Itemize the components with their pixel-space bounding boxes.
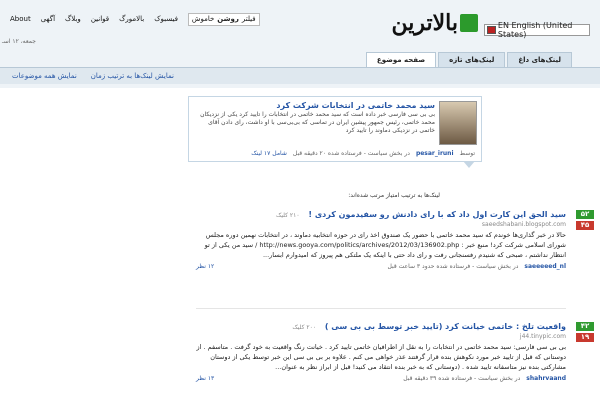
- featured-text: بی بی سی فارسی خبر داده است که سید محمد …: [200, 111, 435, 134]
- post-meta: shahrvaand در بخش سیاست - فرستاده شده ۳۹…: [196, 374, 566, 383]
- featured-photo: [439, 101, 477, 145]
- post-body: حالا در خبر گذاری‌ها خوندم که سید محمد خ…: [204, 231, 566, 259]
- balamorg-link[interactable]: بالامورگ: [119, 15, 144, 23]
- vote-box: ۴۲ ۱۹: [576, 322, 594, 342]
- post-title-text[interactable]: واقعیت تلخ : خاتمی خیانت کرد (تایید خبر …: [325, 322, 566, 331]
- language-selector[interactable]: EN English (United States): [484, 21, 590, 39]
- filter-on-option[interactable]: روشن: [217, 15, 239, 23]
- post-title[interactable]: سید الحق این کارت اول داد که با رای دادن…: [196, 210, 566, 221]
- vote-up-button[interactable]: ۵۲: [576, 210, 594, 219]
- filter-off-option[interactable]: خاموش: [192, 15, 214, 23]
- post-user[interactable]: saeeeeed_nl: [524, 262, 566, 271]
- facebook-link[interactable]: فیسبوک: [154, 15, 178, 23]
- post-source[interactable]: j44.tinypic.com: [196, 333, 566, 341]
- filter-toggle[interactable]: فیلتر روشن خاموش: [187, 12, 260, 26]
- post-title[interactable]: واقعیت تلخ : خاتمی خیانت کرد (تایید خبر …: [196, 322, 566, 333]
- weblog-link[interactable]: وبلاگ: [65, 15, 81, 23]
- ads-link[interactable]: آگهی: [41, 15, 55, 23]
- filter-label: فیلتر: [241, 15, 256, 23]
- about-link[interactable]: About: [10, 15, 31, 23]
- sub-navigation: نمایش همه موضوعات نمایش لینک‌ها به ترتیب…: [0, 68, 600, 84]
- list-item: ۵۲ ۴۵ سید الحق این کارت اول داد که با را…: [196, 210, 594, 271]
- featured-topic-box: سید محمد خاتمی در انتخابات شرکت کرد بی ب…: [188, 96, 482, 162]
- click-count: ۲۰۰ کلیک: [292, 324, 317, 331]
- site-logo[interactable]: بالاترین: [391, 6, 478, 40]
- vote-box: ۵۲ ۴۵: [576, 210, 594, 230]
- comments-link[interactable]: ۱۳ نظر: [196, 374, 214, 383]
- logo-mark-icon: [460, 14, 478, 32]
- post-title-text[interactable]: سید الحق این کارت اول داد که با رای دادن…: [308, 210, 566, 219]
- top-links: About آگهی وبلاگ قوانین بالامورگ فیسبوک …: [10, 12, 260, 26]
- vote-up-button[interactable]: ۴۲: [576, 322, 594, 331]
- sort-label: لینک‌ها به ترتیب امتیاز مرتب شده‌اند:: [348, 192, 440, 199]
- post-body: بی بی سی فارسی: سید محمد خاتمی در انتخاب…: [196, 343, 566, 371]
- tab-topic-page[interactable]: صفحه موضوع: [365, 52, 437, 67]
- featured-section: توسط: [459, 150, 476, 157]
- tab-new-links[interactable]: لینک‌های تازه: [438, 52, 506, 67]
- post-user[interactable]: shahrvaand: [526, 374, 566, 383]
- language-label: EN English (United States): [497, 21, 573, 39]
- post-meta: saeeeeed_nl در بخش سیاست - فرستاده شده ح…: [196, 262, 566, 271]
- show-all-topics-link[interactable]: نمایش همه موضوعات: [12, 72, 77, 80]
- tab-hot-links[interactable]: لینک‌های داغ: [507, 52, 572, 67]
- flag-icon: [487, 26, 496, 34]
- post-source[interactable]: saeedshabani.blogspot.com: [196, 221, 566, 229]
- rules-link[interactable]: قوانین: [91, 15, 109, 23]
- featured-link-count[interactable]: شامل ۱۷ لینک: [251, 150, 287, 157]
- featured-title[interactable]: سید محمد خاتمی در انتخابات شرکت کرد: [195, 101, 435, 111]
- featured-user[interactable]: pesar_iruni: [416, 150, 454, 157]
- post-divider: [196, 308, 566, 309]
- logo-text: بالاترین: [391, 10, 458, 36]
- current-date: جمعه، ۱۲ اسـ: [2, 38, 36, 45]
- list-item: ۴۲ ۱۹ واقعیت تلخ : خاتمی خیانت کرد (تایی…: [196, 322, 594, 383]
- tab-bar: لینک‌های داغ لینک‌های تازه صفحه موضوع: [365, 52, 572, 67]
- click-count: ۲۱۰ کلیک: [275, 212, 300, 219]
- post-meta-text: در بخش سیاست - فرستاده شده حدود ۳ ساعت ق…: [387, 263, 519, 270]
- header: About آگهی وبلاگ قوانین بالامورگ فیسبوک …: [0, 0, 600, 88]
- vote-down-button[interactable]: ۱۹: [576, 333, 594, 342]
- featured-time: در بخش سیاست - فرستاده شده ۲۰ دقیقه قبل: [292, 150, 410, 157]
- vote-down-button[interactable]: ۴۵: [576, 221, 594, 230]
- sort-by-time-link[interactable]: نمایش لینک‌ها به ترتیب زمان: [91, 72, 174, 80]
- featured-pointer: [463, 161, 475, 168]
- post-meta-text: در بخش سیاست - فرستاده شده ۳۹ دقیقه قبل: [403, 375, 521, 382]
- comments-link[interactable]: ۱۲ نظر: [196, 262, 214, 271]
- featured-meta: توسط pesar_iruni در بخش سیاست - فرستاده …: [251, 150, 475, 157]
